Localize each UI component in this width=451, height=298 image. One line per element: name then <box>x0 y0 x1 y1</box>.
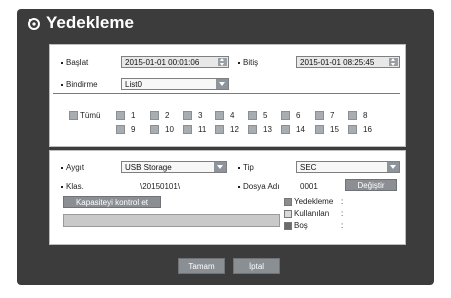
end-label: Bitiş <box>238 58 258 67</box>
channel-label: 10 <box>165 125 174 134</box>
chevron-down-icon[interactable] <box>216 79 228 89</box>
legend-label: Boş <box>294 221 308 230</box>
channel-label: 7 <box>330 111 335 120</box>
ok-button[interactable]: Tamam <box>178 258 225 274</box>
legend-colon: : <box>341 197 344 206</box>
channel-label: 12 <box>230 125 239 134</box>
channel-checkbox[interactable] <box>248 125 257 134</box>
dialog-titlebar: Yedekleme <box>17 9 434 39</box>
channel-label: 14 <box>296 125 305 134</box>
capacity-bar <box>63 214 280 227</box>
channel-checkbox[interactable] <box>348 125 357 134</box>
end-time-field[interactable]: 2015-01-01 08:25:45 <box>296 56 400 68</box>
channel-checkbox[interactable] <box>315 125 324 134</box>
channel-checkbox[interactable] <box>348 111 357 120</box>
channel-label: 4 <box>230 111 235 120</box>
device-label: Aygıt <box>61 163 84 172</box>
filename-label: Dosya Adı <box>238 182 279 191</box>
legend-colon: : <box>341 209 344 218</box>
change-button[interactable]: Değiştir <box>345 179 397 191</box>
start-label: Başlat <box>61 58 88 67</box>
channel-checkbox[interactable] <box>116 125 125 134</box>
backup-icon <box>28 18 40 30</box>
channel-checkbox[interactable] <box>215 111 224 120</box>
channel-label: 13 <box>263 125 272 134</box>
folder-value: \20150101\ <box>140 182 181 191</box>
spinner-arrows-icon[interactable] <box>218 58 227 66</box>
chevron-down-icon[interactable] <box>214 162 226 172</box>
channel-checkbox[interactable] <box>183 111 192 120</box>
channel-label: 16 <box>363 125 372 134</box>
channel-label: 5 <box>263 111 268 120</box>
legend-swatch <box>284 198 292 206</box>
legend-label: Yedekleme <box>294 197 334 206</box>
channel-label: 3 <box>198 111 203 120</box>
channel-label: 6 <box>296 111 301 120</box>
dialog-title: Yedekleme <box>46 13 134 32</box>
overlap-select[interactable]: List0 <box>121 78 229 90</box>
cancel-button[interactable]: İptal <box>233 258 280 274</box>
overlap-label: Bindirme <box>61 80 98 89</box>
type-select[interactable]: SEC <box>296 161 400 173</box>
channel-checkbox[interactable] <box>281 111 290 120</box>
channel-all-label: Tümü <box>80 111 101 120</box>
type-label: Tip <box>238 163 254 172</box>
channel-label: 11 <box>198 125 207 134</box>
channel-all-checkbox[interactable] <box>69 111 78 120</box>
channel-label: 1 <box>131 111 136 120</box>
channel-checkbox[interactable] <box>215 125 224 134</box>
legend-colon: : <box>341 221 344 230</box>
channel-checkbox[interactable] <box>315 111 324 120</box>
start-time-field[interactable]: 2015-01-01 00:01:06 <box>121 56 229 68</box>
channel-checkbox[interactable] <box>281 125 290 134</box>
channel-label: 9 <box>131 125 136 134</box>
channel-checkbox[interactable] <box>183 125 192 134</box>
channel-checkbox[interactable] <box>248 111 257 120</box>
channel-checkbox[interactable] <box>150 111 159 120</box>
chevron-down-icon[interactable] <box>387 162 399 172</box>
channel-checkbox[interactable] <box>150 125 159 134</box>
legend-swatch <box>284 210 292 218</box>
folder-label: Klas. <box>61 182 84 191</box>
channel-label: 15 <box>330 125 339 134</box>
channel-label: 8 <box>363 111 368 120</box>
legend-swatch <box>284 222 292 230</box>
divider <box>53 93 400 94</box>
spinner-arrows-icon[interactable] <box>389 58 398 66</box>
device-select[interactable]: USB Storage <box>121 161 227 173</box>
filename-value: 0001 <box>300 182 318 191</box>
channel-label: 2 <box>165 111 170 120</box>
check-capacity-button[interactable]: Kapasiteyi kontrol et <box>63 196 161 208</box>
legend-label: Kullanılan <box>294 209 330 218</box>
channel-checkbox[interactable] <box>116 111 125 120</box>
